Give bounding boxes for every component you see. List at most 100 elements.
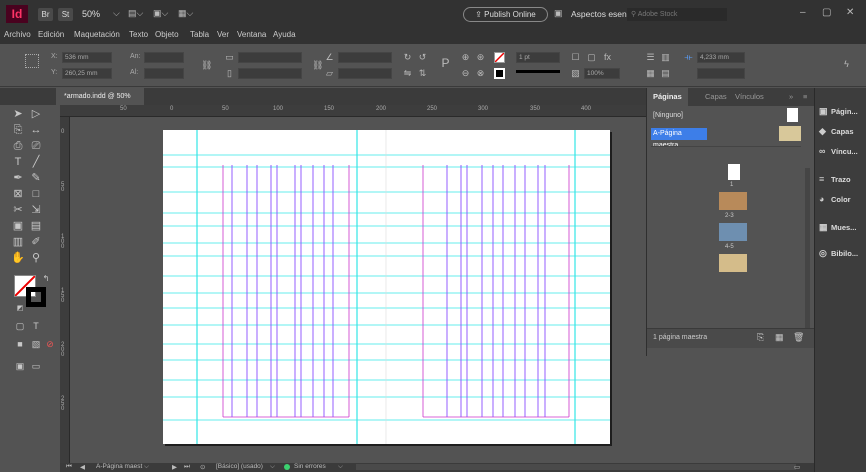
master-page-item[interactable]: A-Página maestra [651,128,707,149]
panel-scrollbar[interactable] [805,168,810,348]
selection-tool-icon[interactable]: ➤ [10,107,26,122]
gap-tool-icon[interactable]: ↔ [28,123,44,138]
rotate-cw-icon[interactable]: ↻ [402,52,413,63]
scissors-tool-icon[interactable]: ✂ [10,203,26,218]
open-page-icon[interactable]: ⊙ [200,463,205,471]
preflight-chevron-icon[interactable]: ⌵ [338,463,343,471]
menu-ayuda[interactable]: Ayuda [273,30,296,39]
spread-6-7-thumb[interactable] [719,254,747,272]
horizontal-scrollbar[interactable] [356,464,796,470]
eyedropper-tool-icon[interactable]: ✐ [28,235,44,250]
constrain-proportions-icon[interactable]: ⛓ [201,60,212,71]
menu-texto[interactable]: Texto [129,30,148,39]
spread-4-5-thumb[interactable] [719,223,747,241]
page-select[interactable]: A-Página maest ⌵ [96,463,149,471]
text-frame-options-icon[interactable]: ▦ [645,68,656,79]
bridge-button[interactable]: Br [38,8,53,21]
scroll-right-icon[interactable]: ▭ [794,463,800,471]
direct-selection-tool-icon[interactable]: ▷ [28,107,44,122]
rotate-ccw-icon[interactable]: ↺ [417,52,428,63]
zoom-dropdown-icon[interactable]: ⌵ [113,8,120,19]
screen-mode-normal-icon[interactable]: ▣ [12,359,28,374]
content-placer-icon[interactable]: ⎚ [28,139,44,154]
screen-mode-preview-icon[interactable]: ▭ [28,359,44,374]
menu-archivo[interactable]: Archivo [4,30,31,39]
apply-color-icon[interactable]: ■ [12,337,28,352]
panel-menu-icon[interactable]: ≡ [803,88,807,106]
panel-muestras-button[interactable]: ▦ Mues... [819,218,856,236]
default-colors-icon[interactable]: ◩ [12,301,28,316]
panel-trazo-button[interactable]: ≡ Trazo [819,170,851,188]
maximize-icon[interactable]: ▢ [822,7,831,18]
stroke-color-swatch[interactable] [26,287,46,307]
tab-paginas[interactable]: Páginas [647,88,688,106]
y-position-field[interactable]: 260,25 mm [62,68,112,79]
reference-point-icon[interactable] [25,54,39,68]
flip-vertical-icon[interactable]: ⇅ [417,68,428,79]
preflight-status[interactable]: Sin errores [294,463,326,470]
first-page-icon[interactable]: ⏮ [66,463,72,471]
quick-apply-icon[interactable]: ϟ [841,59,852,70]
line-tool-icon[interactable]: ╱ [28,155,44,170]
scale-x-field[interactable] [238,52,302,63]
stock-button[interactable]: St [58,8,73,21]
panel-paginas-button[interactable]: ▣ Págin... [819,102,858,120]
apply-none-icon[interactable]: ⊘ [42,337,58,352]
select-previous-icon[interactable]: ⊖ [460,68,471,79]
panel-capas-button[interactable]: ◆ Capas [819,122,854,140]
select-next-icon[interactable]: ⊗ [475,68,486,79]
close-icon[interactable]: ✕ [846,7,854,18]
style-select[interactable]: [Básico] (usado) [216,463,263,470]
menu-tabla[interactable]: Tabla [190,30,209,39]
page-tool-icon[interactable]: ⎘ [10,123,26,138]
graphic-frame-icon[interactable]: ▢ [586,52,597,63]
vertical-ruler[interactable]: 0 5 0 1 0 0 1 5 0 2 0 0 2 5 0 [60,117,70,463]
note-tool-icon[interactable]: ▥ [10,235,26,250]
stroke-type-select[interactable] [516,70,560,77]
prev-page-icon[interactable]: ◀ [80,463,85,471]
page-spread[interactable] [163,130,610,444]
cc-libraries-icon[interactable]: ▣ [554,8,563,19]
stroke-swatch[interactable] [494,68,505,79]
menu-objeto[interactable]: Objeto [155,30,179,39]
zoom-level[interactable]: 50% [82,9,100,19]
offset-field[interactable]: 4,233 mm [697,52,745,63]
gap-tool-icon[interactable]: ⟛ [683,52,694,63]
flip-horizontal-icon[interactable]: ⇋ [402,68,413,79]
fill-swatch[interactable] [494,52,505,63]
scale-y-field[interactable] [238,68,302,79]
select-content-icon[interactable]: ⊛ [475,52,486,63]
page-size-icon[interactable]: ⎘ [757,332,764,343]
menu-edicion[interactable]: Edición [38,30,64,39]
formatting-text-icon[interactable]: T [28,319,44,334]
type-tool-icon[interactable]: T [10,155,26,170]
rotation-field[interactable] [338,52,392,63]
rectangle-tool-icon[interactable]: □ [28,187,44,202]
free-transform-tool-icon[interactable]: ⇲ [28,203,44,218]
hand-tool-icon[interactable]: ✋ [10,251,26,266]
minimize-icon[interactable]: – [800,7,806,18]
pen-tool-icon[interactable]: ✒ [10,171,26,186]
horizontal-ruler[interactable]: 50 0 50 100 150 200 250 300 350 400 [60,105,646,117]
text-wrap-icon[interactable]: ☰ [645,52,656,63]
pencil-tool-icon[interactable]: ✎ [28,171,44,186]
panel-color-button[interactable]: ◕ Color [819,190,851,208]
select-container-icon[interactable]: ⊕ [460,52,471,63]
spread-2-3-thumb[interactable] [719,192,747,210]
frame-icon[interactable]: ☐ [570,52,581,63]
menu-ventana[interactable]: Ventana [237,30,266,39]
shear-field[interactable] [338,68,392,79]
auto-fit-icon[interactable]: ▤ [660,68,671,79]
zoom-tool-icon[interactable]: ⚲ [28,251,44,266]
formatting-container-icon[interactable]: ▢ [12,319,28,334]
pasteboard[interactable] [70,117,646,463]
panel-vinculos-button[interactable]: ∞ Víncu... [819,142,858,160]
width-field[interactable] [144,52,184,63]
style-chevron-icon[interactable]: ⌵ [270,463,275,471]
tab-capas[interactable]: Capas [705,88,727,106]
screen-mode-icon[interactable]: ▣⌵ [153,8,168,19]
gradient-feather-tool-icon[interactable]: ▤ [28,219,44,234]
last-page-icon[interactable]: ⏭ [184,463,190,471]
align-icon[interactable]: ▥ [660,52,671,63]
view-options-icon[interactable]: ▤⌵ [128,8,143,19]
